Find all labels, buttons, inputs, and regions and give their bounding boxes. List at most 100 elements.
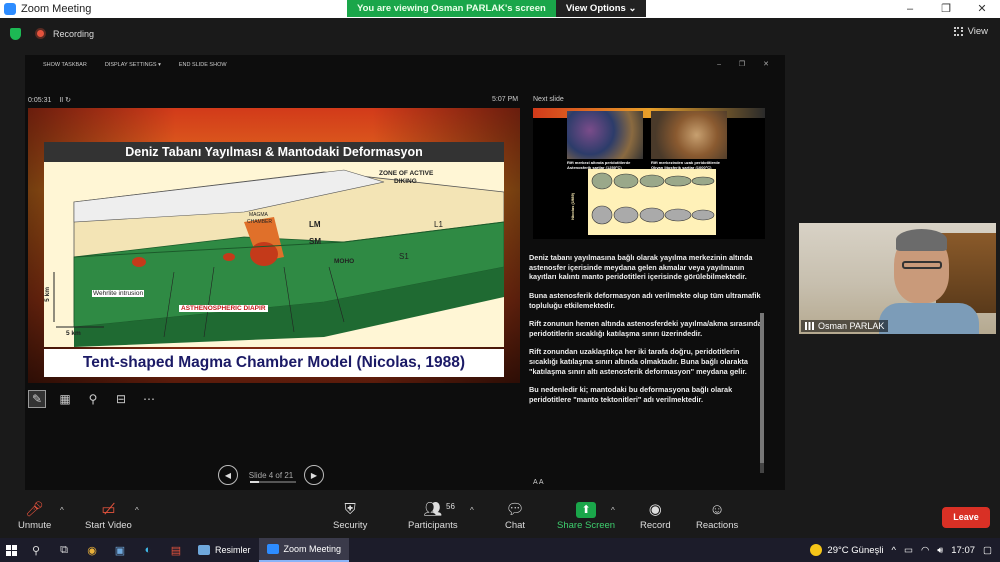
timer-value: 0:05:31 [28, 97, 52, 104]
chrome-icon[interactable]: ◉ [78, 544, 106, 557]
presentation-timer: 0:05:31 II ↻ [28, 96, 71, 104]
battery-icon[interactable]: ▭ [904, 545, 913, 556]
record-button[interactable]: ◉ Record [640, 500, 671, 531]
task-view-icon[interactable]: ⧉ [50, 544, 78, 557]
unmute-button[interactable]: 🎤︎ Unmute ^ [18, 500, 64, 531]
start-video-button[interactable]: ▭̸ Start Video ^ [85, 500, 139, 531]
close-button[interactable]: ✕ [964, 0, 1000, 18]
start-button[interactable] [0, 538, 22, 562]
pen-tool-icon[interactable]: ✎ [28, 390, 46, 408]
fabric-ovals-figure [588, 169, 716, 235]
participant-video[interactable]: Osman PARLAK [799, 223, 996, 334]
shared-screen: SHOW TASKBAR DISPLAY SETTINGS ▾ END SLID… [25, 55, 785, 490]
slides-grid-icon[interactable]: ▦ [56, 390, 74, 408]
weather-text[interactable]: 29°C Güneşli [827, 545, 883, 556]
share-arrow-icon: ⬆ [576, 502, 597, 518]
recording-label: Recording [53, 28, 95, 39]
security-button[interactable]: ⛨ Security [333, 500, 367, 531]
next-slide-preview[interactable]: Rift merkezi altında peridotitlerde Aste… [533, 108, 765, 239]
next-side-label: Nicolas (1989) [570, 193, 575, 220]
taskbar-app-label: Zoom Meeting [283, 544, 342, 554]
video-options-caret[interactable]: ^ [135, 506, 139, 515]
next-slide-label: Next slide [533, 96, 564, 103]
note-paragraph: Rift zonunun hemen altında astenosferdek… [529, 319, 762, 338]
meeting-toolbar: 🎤︎ Unmute ^ ▭̸ Start Video ^ ⛨ Security … [0, 496, 1000, 538]
chat-label: Chat [505, 520, 526, 531]
wifi-icon[interactable]: ◠ [921, 545, 929, 556]
label-zone: ZONE OF ACTIVE [379, 170, 434, 177]
record-label: Record [640, 520, 671, 531]
peridotite-image-2 [651, 111, 727, 159]
view-label: View [967, 26, 988, 37]
slide-caption: Tent-shaped Magma Chamber Model (Nicolas… [44, 349, 504, 377]
pdf-icon[interactable]: ▤ [162, 544, 190, 557]
search-icon[interactable]: ⚲ [22, 544, 50, 557]
end-slide-show-button[interactable]: END SLIDE SHOW [179, 62, 227, 68]
speaker-notes[interactable]: Deniz tabanı yayılmasına bağlı olarak ya… [529, 253, 765, 473]
presenter-window-controls[interactable]: – ❐ ✕ [717, 60, 777, 68]
tray-chevron-icon[interactable]: ^ [891, 545, 895, 556]
zoom-app-icon [4, 3, 16, 15]
presentation-clock: 5:07 PM [492, 96, 519, 103]
maximize-button[interactable]: ❐ [928, 0, 964, 18]
windows-taskbar: ⚲ ⧉ ◉ ▣ ◐ ▤ Resimler Zoom Meeting 29°C G… [0, 538, 1000, 562]
ovals-svg [591, 172, 715, 225]
subtitles-icon[interactable]: ⊟ [112, 390, 130, 408]
reactions-label: Reactions [696, 520, 739, 531]
volume-icon[interactable]: 🔊︎ [937, 545, 943, 556]
display-settings-button[interactable]: DISPLAY SETTINGS ▾ [105, 62, 161, 68]
participants-label: Participants [408, 520, 458, 531]
minimize-button[interactable]: – [892, 0, 928, 18]
slide-tools: ✎ ▦ ⚲ ⊟ ⋯ [28, 390, 158, 408]
label-diking: DIKING [394, 178, 417, 185]
participants-count: 56 [446, 502, 455, 511]
video-person-hair [896, 229, 947, 251]
slide-title: Deniz Tabanı Yayılması & Mantodaki Defor… [125, 145, 423, 159]
muted-mic-icon: 🎤︎ [25, 501, 45, 518]
label-wehrlite: Wehrlite intrusion [92, 290, 145, 297]
label-diapir: ASTHENOSPHERIC DIAPIR [179, 305, 268, 312]
signal-bars-icon [805, 322, 814, 330]
notes-scrollbar[interactable] [760, 313, 764, 473]
share-screen-button[interactable]: ⬆ Share Screen ^ [557, 500, 615, 531]
next-slide-button[interactable]: ▶ [304, 465, 324, 485]
tray-clock[interactable]: 17:07 [951, 545, 975, 556]
participants-button[interactable]: 👥︎ 56 Participants ^ [408, 500, 474, 531]
chat-button[interactable]: 💬︎ Chat [505, 500, 525, 531]
previous-slide-button[interactable]: ◀ [218, 465, 238, 485]
magma-chamber-figure: ZONE OF ACTIVE DIKING MAGMA CHAMBER LM S… [44, 162, 505, 347]
show-taskbar-button[interactable]: SHOW TASKBAR [43, 62, 87, 68]
resimler-app-icon [198, 545, 210, 555]
edge-icon[interactable]: ◐ [134, 544, 162, 556]
label-5km-horizontal: 5 km [66, 330, 81, 337]
more-options-icon[interactable]: ⋯ [140, 390, 158, 408]
notifications-icon[interactable]: ▢ [983, 545, 992, 556]
share-options-caret[interactable]: ^ [611, 506, 615, 515]
shield-icon[interactable] [10, 28, 21, 40]
windows-logo-icon [5, 544, 17, 556]
taskbar-app-zoom[interactable]: Zoom Meeting [258, 538, 350, 562]
meeting-topbar: Recording View [0, 18, 1000, 48]
zoom-icon[interactable]: ⚲ [84, 390, 102, 408]
chat-bubble-icon: 💬︎ [505, 501, 525, 518]
participant-name-tag: Osman PARLAK [801, 320, 889, 332]
security-label: Security [333, 520, 368, 531]
photos-app-icon[interactable]: ▣ [106, 544, 134, 557]
grid-icon [953, 27, 963, 36]
audio-options-caret[interactable]: ^ [60, 506, 64, 515]
participants-options-caret[interactable]: ^ [470, 506, 474, 515]
slide-counter: Slide 4 of 21 [248, 470, 294, 480]
view-options-button[interactable]: View Options ⌄ [555, 0, 647, 17]
recording-indicator[interactable]: Recording [35, 28, 94, 39]
system-tray: 29°C Güneşli ^ ▭ ◠ 🔊︎ 17:07 ▢ [810, 538, 1000, 562]
reactions-button[interactable]: ☺ Reactions [696, 500, 738, 531]
taskbar-app-resimler[interactable]: Resimler [190, 538, 259, 562]
notes-scroll-thumb[interactable] [760, 313, 764, 463]
smiley-icon: ☺ [709, 501, 725, 518]
leave-button[interactable]: Leave [942, 507, 990, 528]
record-icon: ◉ [648, 501, 662, 518]
participants-icon: 👥︎ [423, 501, 443, 518]
view-button[interactable]: View [953, 26, 988, 37]
timer-controls[interactable]: II ↻ [59, 97, 71, 104]
font-size-controls[interactable]: A A [533, 479, 544, 486]
